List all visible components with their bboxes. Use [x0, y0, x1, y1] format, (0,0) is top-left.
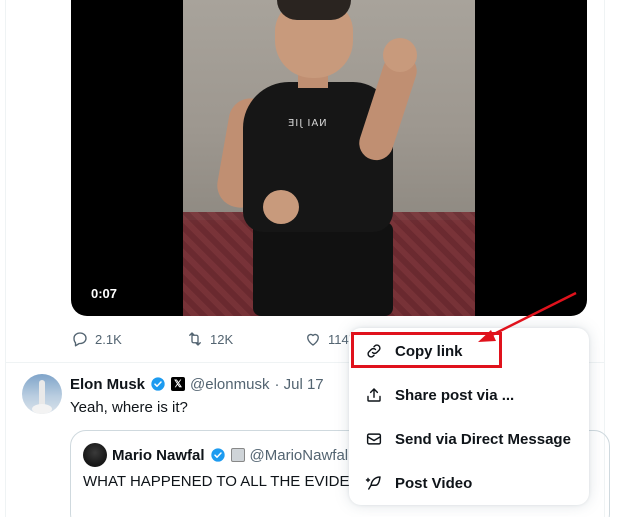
tweet-text: Yeah, where is it? — [70, 399, 188, 416]
author-handle[interactable]: @elonmusk — [190, 376, 269, 393]
feather-video-icon — [365, 476, 381, 490]
avatar[interactable] — [22, 374, 62, 414]
verified-badge-icon — [151, 377, 165, 391]
quote-avatar — [83, 443, 107, 467]
repost-count: 12K — [210, 331, 234, 347]
menu-item-direct-message[interactable]: Send via Direct Message — [349, 417, 589, 461]
post-date[interactable]: · Jul 17 — [274, 376, 323, 393]
quote-author-handle: @MarioNawfal — [249, 446, 349, 464]
envelope-icon — [366, 433, 382, 445]
video-figure-pants — [253, 222, 393, 316]
video-duration: 0:07 — [91, 286, 118, 301]
annotation-highlight-box — [351, 332, 502, 368]
menu-item-label: Share post via ... — [395, 386, 515, 404]
reply-icon — [73, 332, 87, 347]
reply-button[interactable]: 2.1K — [71, 330, 122, 348]
quote-author-name: Mario Nawfal — [112, 446, 205, 464]
author-name[interactable]: Elon Musk — [70, 376, 145, 393]
menu-item-label: Send via Direct Message — [395, 430, 571, 448]
shirt-print: NAI JIE — [287, 118, 327, 129]
reply-count: 2.1K — [95, 331, 122, 347]
tweet-header: Elon Musk 𝕏 @elonmusk · Jul 17 — [70, 374, 324, 394]
video-frame: NAI JIE — [183, 0, 475, 316]
video-figure-hair — [277, 0, 351, 20]
heart-icon — [307, 333, 319, 346]
timeline: NAI JIE 0:07 2.1K 12K 114K Elon Musk 𝕏 @… — [0, 0, 632, 517]
column-border-left — [5, 0, 6, 517]
video-figure-hand — [383, 38, 417, 72]
video-figure-hand-left — [263, 190, 299, 224]
affiliation-badge-icon — [230, 448, 245, 462]
share-icon — [367, 388, 381, 402]
quote-text: WHAT HAPPENED TO ALL THE EVIDEN — [83, 473, 361, 490]
rocket-image — [39, 380, 45, 406]
repost-icon — [189, 332, 201, 346]
avatar-smoke — [32, 404, 52, 414]
menu-item-post-video[interactable]: Post Video — [349, 461, 589, 505]
repost-button[interactable]: 12K — [186, 330, 233, 348]
x-affiliation-icon: 𝕏 — [171, 377, 186, 391]
verified-badge-icon — [210, 448, 225, 462]
menu-item-label: Post Video — [395, 474, 473, 492]
video-player[interactable]: NAI JIE — [71, 0, 587, 316]
menu-item-share-via[interactable]: Share post via ... — [349, 373, 589, 417]
quote-header: Mario Nawfal @MarioNawfal — [83, 443, 348, 467]
